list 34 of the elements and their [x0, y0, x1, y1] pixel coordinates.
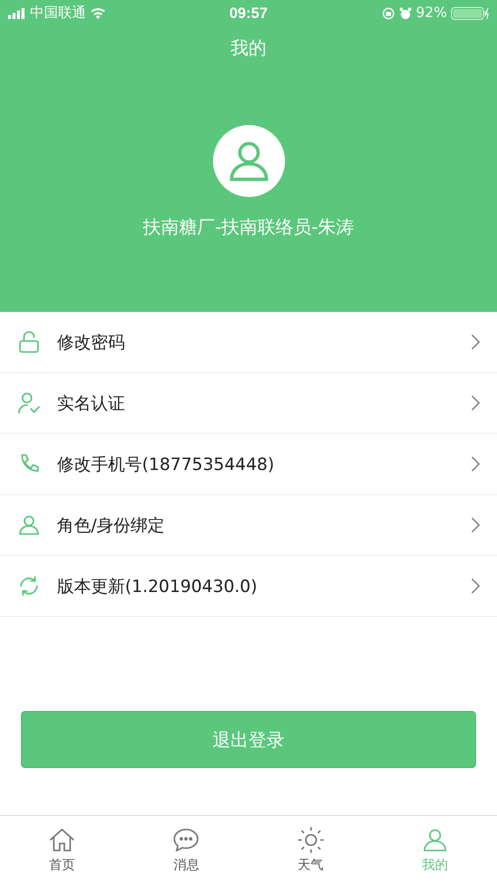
- chevron-right-icon: [469, 455, 481, 473]
- battery-percent: 92%: [416, 5, 447, 21]
- sun-icon: [296, 826, 325, 854]
- tab-item[interactable]: 天气: [248, 816, 373, 883]
- page-title: 我的: [230, 37, 266, 60]
- menu-label: 版本更新(1.20190430.0): [57, 576, 258, 598]
- clock-time: 09:57: [229, 4, 268, 22]
- alarm-icon: [398, 6, 412, 20]
- user-icon: [17, 513, 41, 537]
- battery-icon: [451, 6, 489, 20]
- rotation-lock-icon: [382, 6, 395, 20]
- menu-label: 实名认证: [57, 392, 126, 414]
- user-name: 扶南糖厂-扶南联络员-朱涛: [143, 216, 354, 239]
- menu-item[interactable]: 修改密码: [0, 312, 497, 373]
- menu-item[interactable]: 修改手机号(18775354448): [0, 434, 497, 495]
- menu-item[interactable]: 角色/身份绑定: [0, 495, 497, 556]
- tab-item[interactable]: 消息: [124, 816, 248, 883]
- home-icon: [48, 826, 76, 854]
- menu-label: 修改密码: [57, 332, 126, 354]
- lock-icon: [17, 330, 41, 354]
- menu-label: 修改手机号(18775354448): [57, 454, 276, 476]
- wifi-icon: [90, 7, 106, 19]
- signal-icon: [8, 8, 26, 18]
- carrier-name: 中国联通: [30, 4, 86, 22]
- menu-item[interactable]: 实名认证: [0, 373, 497, 434]
- user-check-icon: [17, 391, 41, 415]
- chevron-right-icon: [469, 394, 481, 412]
- chevron-right-icon: [469, 333, 481, 351]
- refresh-icon: [17, 574, 41, 598]
- chevron-right-icon: [469, 516, 481, 534]
- menu-label: 角色/身份绑定: [57, 514, 166, 536]
- tab-item[interactable]: 首页: [0, 816, 124, 883]
- chevron-right-icon: [469, 577, 481, 595]
- menu-item[interactable]: 版本更新(1.20190430.0): [0, 556, 497, 617]
